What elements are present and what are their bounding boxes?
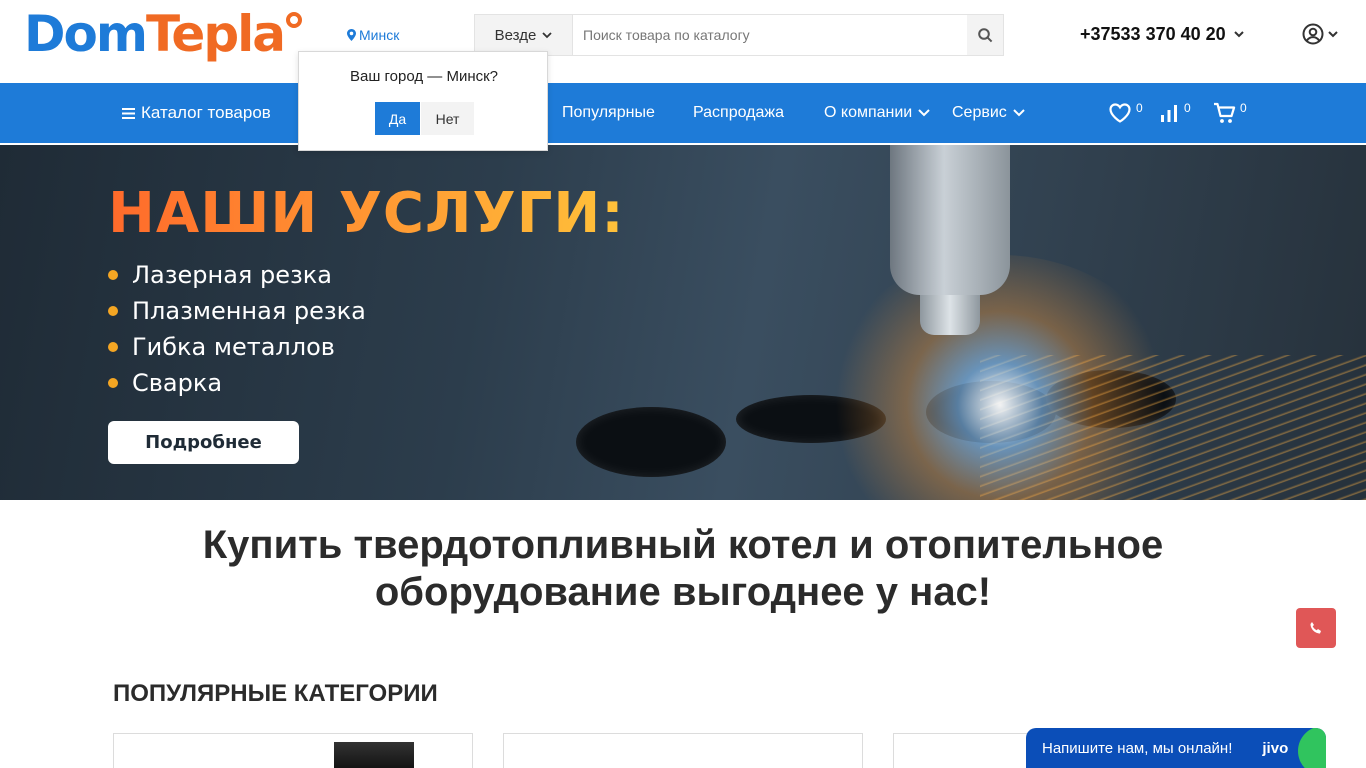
- banner-service-item: Гибка металлов: [108, 329, 366, 365]
- service-label: Лазерная резка: [132, 261, 332, 289]
- page-headline: Купить твердотопливный котел и отопитель…: [0, 522, 1366, 616]
- chat-brand-logo: jivo: [1262, 739, 1289, 757]
- cart-count: 0: [1240, 101, 1247, 115]
- search-bar: Везде: [474, 14, 1004, 56]
- nav-item-about[interactable]: О компании: [824, 83, 930, 143]
- favorites-button[interactable]: [1109, 83, 1131, 143]
- banner-service-item: Сварка: [108, 365, 366, 401]
- bullet-icon: [108, 378, 118, 388]
- logo-tepla: Tepla: [145, 5, 286, 63]
- chat-text: Напишите нам, мы онлайн!: [1042, 739, 1233, 757]
- catalog-menu-button[interactable]: Каталог товаров: [122, 83, 271, 143]
- nav-item-popular[interactable]: Популярные: [562, 83, 655, 143]
- banner-laser-glow: [820, 255, 1180, 500]
- compare-chart-icon: [1161, 105, 1177, 122]
- category-card[interactable]: [113, 733, 473, 768]
- phone-icon: [1310, 622, 1321, 634]
- nav-label: Сервис: [952, 104, 1007, 121]
- bullet-icon: [108, 270, 118, 280]
- phone-dropdown[interactable]: +37533 370 40 20: [1080, 24, 1244, 45]
- banner-services-list: Лазерная резка Плазменная резка Гибка ме…: [108, 257, 366, 401]
- cart-button[interactable]: [1213, 83, 1237, 143]
- city-confirm-no-button[interactable]: Нет: [421, 102, 474, 135]
- chevron-down-icon: [918, 109, 930, 117]
- search-scope-dropdown[interactable]: Везде: [475, 15, 573, 55]
- favorites-count: 0: [1136, 101, 1143, 115]
- logo-degree-icon: [286, 12, 303, 28]
- user-icon: [1302, 23, 1324, 45]
- service-label: Гибка металлов: [132, 333, 335, 361]
- banner-laser-head: [890, 145, 1010, 295]
- header: Dom Tepla Минск Везде +37533 370 40 20: [0, 0, 1366, 83]
- chat-widget[interactable]: Напишите нам, мы онлайн! jivo: [1026, 728, 1326, 768]
- nav-label: Популярные: [562, 104, 655, 121]
- chevron-down-icon: [542, 31, 552, 38]
- logo-dom: Dom: [24, 5, 148, 63]
- city-confirm-popup: Ваш город — Минск? Да Нет: [298, 51, 548, 151]
- services-banner[interactable]: НАШИ УСЛУГИ: Лазерная резка Плазменная р…: [0, 145, 1366, 500]
- bullet-icon: [108, 306, 118, 316]
- search-input[interactable]: [573, 15, 967, 55]
- search-button[interactable]: [967, 15, 1003, 55]
- nav-item-sale[interactable]: Распродажа: [693, 83, 784, 143]
- search-scope-label: Везде: [494, 26, 537, 44]
- banner-more-button[interactable]: Подробнее: [108, 421, 299, 464]
- service-label: Сварка: [132, 369, 223, 397]
- location-pin-icon: [347, 29, 356, 41]
- logo[interactable]: Dom Tepla: [24, 5, 303, 70]
- city-name: Минск: [359, 27, 400, 43]
- headline-line: Купить твердотопливный котел и отопитель…: [202, 523, 1164, 567]
- service-label: Плазменная резка: [132, 297, 366, 325]
- city-selector[interactable]: Минск: [347, 27, 399, 43]
- category-image: [334, 742, 414, 768]
- banner-title: НАШИ УСЛУГИ:: [108, 181, 625, 246]
- banner-service-item: Лазерная резка: [108, 257, 366, 293]
- bullet-icon: [108, 342, 118, 352]
- chevron-down-icon: [1328, 30, 1338, 37]
- nav-item-service[interactable]: Сервис: [952, 83, 1025, 143]
- chevron-down-icon: [1013, 109, 1025, 117]
- nav-label: Распродажа: [693, 104, 784, 121]
- chevron-down-icon: [1233, 31, 1244, 38]
- banner-decor-hole: [576, 407, 726, 477]
- city-confirm-question: Ваш город — Минск?: [349, 68, 499, 85]
- heart-icon: [1109, 103, 1131, 123]
- compare-count: 0: [1184, 101, 1191, 115]
- cart-icon: [1214, 102, 1236, 123]
- search-icon: [977, 27, 992, 42]
- chat-status-icon: [1298, 728, 1326, 768]
- hamburger-icon: [122, 107, 135, 119]
- main-nav: Каталог товаров Популярные Распродажа О …: [0, 83, 1366, 143]
- catalog-label: Каталог товаров: [141, 103, 271, 122]
- banner-laser-nozzle: [920, 295, 980, 335]
- category-card[interactable]: [503, 733, 863, 768]
- section-title: ПОПУЛЯРНЫЕ КАТЕГОРИИ: [113, 680, 438, 707]
- city-confirm-yes-button[interactable]: Да: [375, 102, 420, 135]
- callback-button[interactable]: [1296, 608, 1336, 648]
- account-menu[interactable]: [1302, 23, 1338, 45]
- phone-number: +37533 370 40 20: [1080, 24, 1226, 44]
- nav-label: О компании: [824, 104, 913, 121]
- headline-line: оборудование выгоднее у нас!: [374, 570, 992, 614]
- banner-service-item: Плазменная резка: [108, 293, 366, 329]
- compare-button[interactable]: [1160, 83, 1178, 143]
